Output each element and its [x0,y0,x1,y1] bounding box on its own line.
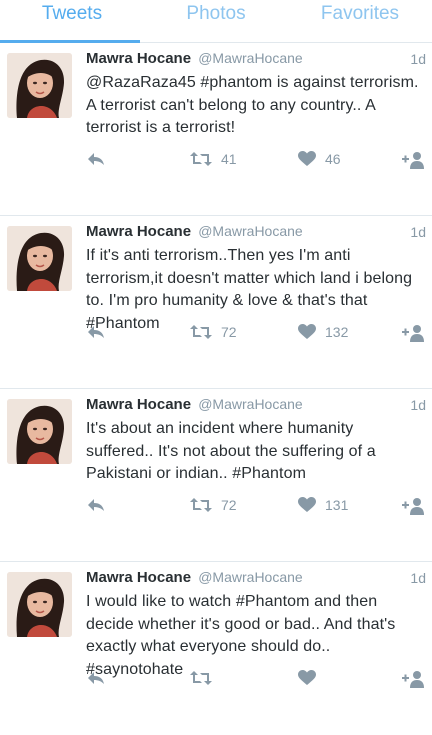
tweet-actions: 72 131 [86,497,426,519]
tab-photos[interactable]: Photos [144,0,288,42]
retweet-count: 72 [221,324,237,340]
tweet[interactable]: Mawra Hocane @MawraHocane 1d @RazaRaza45… [0,43,432,216]
retweet-count: 72 [221,497,237,513]
tweet-actions: 72 132 [86,324,426,346]
avatar[interactable] [7,226,72,291]
tweet-header: Mawra Hocane @MawraHocane [86,569,426,586]
tweet-timestamp: 1d [410,224,426,240]
favorite-button[interactable]: 131 [298,497,348,513]
avatar-image [7,53,72,118]
heart-icon [298,324,316,339]
follow-icon [402,152,424,169]
reply-icon [88,499,104,511]
heart-icon [298,497,316,512]
author-handle[interactable]: @MawraHocane [198,223,302,239]
avatar[interactable] [7,399,72,464]
tweet-header: Mawra Hocane @MawraHocane [86,396,426,413]
favorite-button[interactable] [298,670,325,686]
retweet-button[interactable]: 72 [190,324,237,340]
tweet-text: @RazaRaza45 #phantom is against terroris… [86,74,419,136]
favorite-button[interactable]: 46 [298,151,341,167]
follow-icon [402,498,424,515]
avatar[interactable] [7,53,72,118]
retweet-icon [190,671,212,685]
tweet-actions [86,670,426,692]
avatar-image [7,572,72,637]
heart-icon [298,670,316,685]
follow-button[interactable] [402,324,426,342]
retweet-button[interactable]: 72 [190,497,237,513]
retweet-button[interactable]: 41 [190,151,237,167]
favorite-button[interactable]: 132 [298,324,348,340]
author-handle[interactable]: @MawraHocane [198,396,302,412]
tweet-header: Mawra Hocane @MawraHocane [86,50,426,67]
tweet-text: It's about an incident where humanity su… [86,420,376,482]
favorite-count: 131 [325,497,349,513]
tweet-actions: 41 46 [86,151,426,173]
reply-button[interactable] [86,497,106,513]
retweet-icon [190,152,212,166]
retweet-button[interactable] [190,670,221,686]
reply-icon [88,153,104,165]
retweet-count: 41 [221,151,237,167]
avatar[interactable] [7,572,72,637]
reply-button[interactable] [86,324,106,340]
reply-icon [88,672,104,684]
reply-button[interactable] [86,151,106,167]
tweet-list: Mawra Hocane @MawraHocane 1d @RazaRaza45… [0,43,432,735]
author-name[interactable]: Mawra Hocane [86,396,191,413]
tab-tweets[interactable]: Tweets [0,0,144,42]
favorite-count: 46 [325,151,341,167]
tweet-header: Mawra Hocane @MawraHocane [86,223,426,240]
tab-favorites[interactable]: Favorites [288,0,432,42]
avatar-image [7,399,72,464]
retweet-icon [190,325,212,339]
author-handle[interactable]: @MawraHocane [198,569,302,585]
follow-button[interactable] [402,497,426,515]
author-name[interactable]: Mawra Hocane [86,50,191,67]
tweet-timestamp: 1d [410,570,426,586]
author-name[interactable]: Mawra Hocane [86,223,191,240]
tweet[interactable]: Mawra Hocane @MawraHocane 1d I would lik… [0,562,432,735]
reply-button[interactable] [86,670,106,686]
avatar-image [7,226,72,291]
tweet-timestamp: 1d [410,397,426,413]
follow-icon [402,325,424,342]
tweet[interactable]: Mawra Hocane @MawraHocane 1d It's about … [0,389,432,562]
tweet-text: I would like to watch #Phantom and then … [86,593,396,678]
tweet[interactable]: Mawra Hocane @MawraHocane 1d If it's ant… [0,216,432,389]
tweet-timestamp: 1d [410,51,426,67]
author-name[interactable]: Mawra Hocane [86,569,191,586]
reply-icon [88,326,104,338]
tweet-text: If it's anti terrorism..Then yes I'm ant… [86,247,413,332]
follow-button[interactable] [402,670,426,688]
heart-icon [298,151,316,166]
follow-icon [402,671,424,688]
profile-tabs: Tweets Photos Favorites [0,0,432,43]
retweet-icon [190,498,212,512]
author-handle[interactable]: @MawraHocane [198,50,302,66]
favorite-count: 132 [325,324,349,340]
follow-button[interactable] [402,151,426,169]
